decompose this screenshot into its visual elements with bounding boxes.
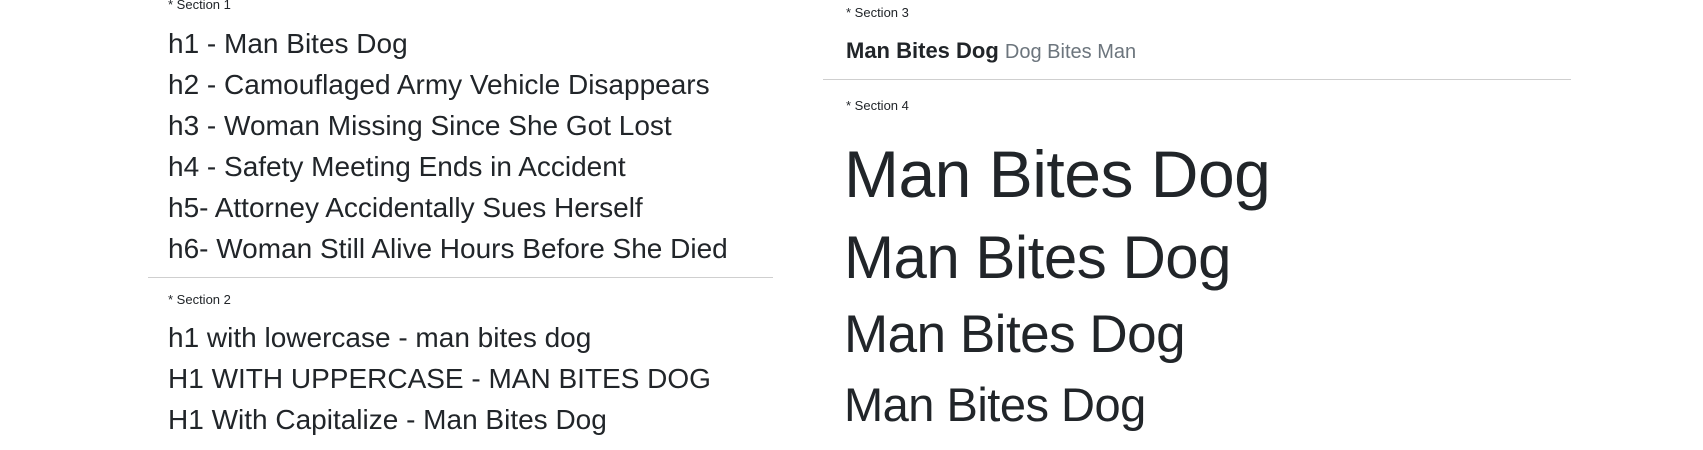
heading-lowercase: h1 with lowercase - man bites dog [168, 322, 592, 353]
section-3-main-text: Man Bites Dog [846, 38, 999, 63]
heading-h5: h5- Attorney Accidentally Sues Herself [168, 192, 643, 223]
section-2-label: * Section 2 [168, 292, 231, 307]
section-3-secondary-text: Dog Bites Man [1004, 41, 1137, 63]
heading-h6: h6- Woman Still Alive Hours Before She D… [168, 233, 728, 264]
section-1-headings: h1 - Man Bites Dog h2 - Camouflaged Army… [148, 23, 728, 269]
heading-h2: h2 - Camouflaged Army Vehicle Disappears [168, 69, 710, 100]
display-2: Man Bites Dog [844, 224, 1232, 291]
heading-uppercase: H1 WITH UPPERCASE - MAN BITES DOG [168, 363, 711, 394]
section-2-headings: h1 with lowercase - man bites dog H1 WIT… [148, 317, 711, 440]
display-1: Man Bites Dog [844, 137, 1271, 211]
heading-h4: h4 - Safety Meeting Ends in Accident [168, 151, 626, 182]
section-divider [823, 79, 1571, 80]
section-3-label: * Section 3 [846, 5, 909, 20]
display-4: Man Bites Dog [844, 378, 1146, 431]
heading-h3: h3 - Woman Missing Since She Got Lost [168, 110, 672, 141]
section-divider [148, 277, 773, 278]
section-1-label: * Section 1 [168, 0, 231, 12]
display-3: Man Bites Dog [844, 305, 1186, 364]
heading-h1: h1 - Man Bites Dog [168, 28, 408, 59]
heading-capitalize: H1 With Capitalize - Man Bites Dog [168, 404, 607, 435]
section-3-heading: Man Bites Dog Dog Bites Man [823, 36, 1136, 67]
section-4-label: * Section 4 [846, 98, 909, 113]
